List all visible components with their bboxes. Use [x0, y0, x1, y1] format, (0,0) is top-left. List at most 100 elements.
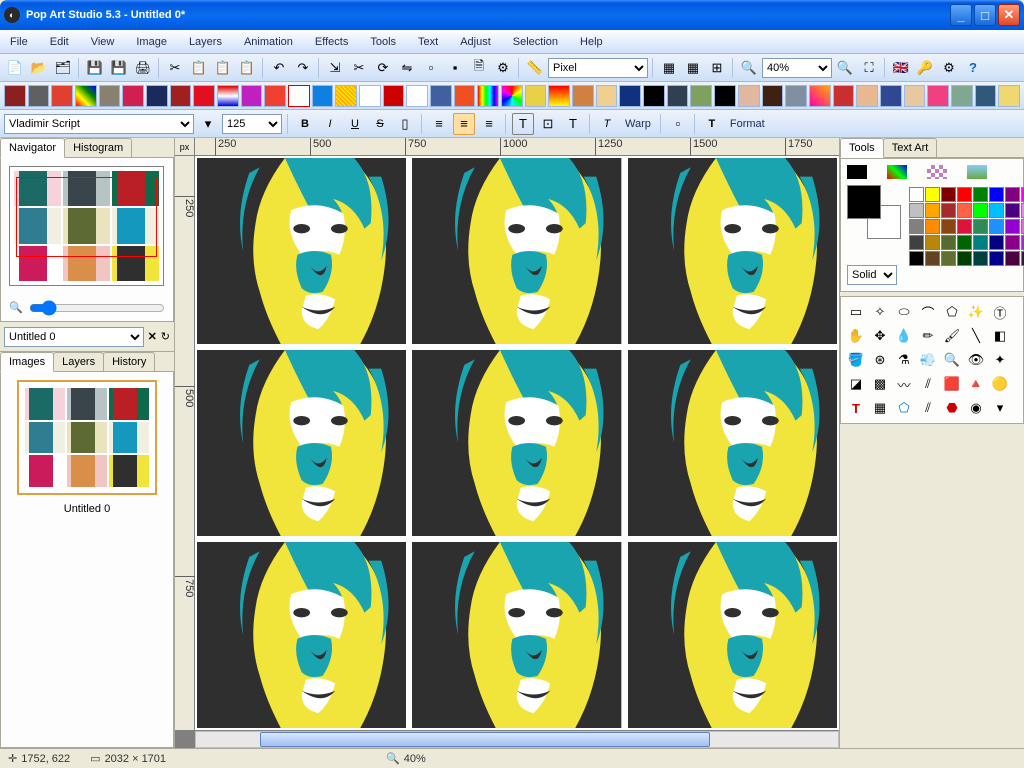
effect-btn[interactable] [975, 85, 997, 107]
navigator-thumb[interactable] [9, 166, 164, 286]
help-button[interactable]: ? [962, 57, 984, 79]
zoom-button[interactable]: 🔍 [738, 57, 760, 79]
color-swatch[interactable] [973, 235, 988, 250]
layers-button[interactable]: 🗎 [468, 57, 490, 79]
smudge-tool[interactable]: 〰 [893, 373, 915, 395]
effect-btn[interactable] [146, 85, 168, 107]
horizontal-scrollbar[interactable] [195, 731, 839, 748]
grid-button[interactable]: ▦ [658, 57, 680, 79]
outline-button[interactable]: ▯ [394, 113, 416, 135]
menu-selection[interactable]: Selection [513, 36, 558, 48]
cone-tool[interactable]: 🔺 [965, 373, 987, 395]
effect-btn[interactable] [738, 85, 760, 107]
effect-btn[interactable] [525, 85, 547, 107]
color-swatch[interactable] [909, 235, 924, 250]
stamp-tool[interactable]: ⊛ [869, 349, 891, 371]
layer-up-button[interactable]: ▪ [444, 57, 466, 79]
tab-images[interactable]: Images [0, 352, 54, 372]
menu-view[interactable]: View [91, 36, 115, 48]
bucket-tool[interactable]: 🪣 [845, 349, 867, 371]
effect-btn[interactable] [359, 85, 381, 107]
close-button[interactable]: ✕ [998, 4, 1020, 26]
brush-tool[interactable]: 🖌 [941, 325, 963, 347]
eye-tool[interactable]: 👁 [965, 349, 987, 371]
color-swatch[interactable] [925, 235, 940, 250]
effect-btn[interactable] [4, 85, 26, 107]
effect-btn[interactable] [690, 85, 712, 107]
flask-tool[interactable]: ⚗ [893, 349, 915, 371]
tab-textart[interactable]: Text Art [883, 138, 938, 157]
hex-tool[interactable]: ⬣ [941, 397, 963, 419]
effect-btn[interactable] [667, 85, 689, 107]
effect-btn[interactable] [99, 85, 121, 107]
warp-label[interactable]: Warp [625, 118, 651, 130]
unit-select[interactable]: Pixel [548, 58, 648, 78]
rotate-button[interactable]: ⟳ [372, 57, 394, 79]
effect-btn[interactable] [383, 85, 405, 107]
gradient-tool[interactable]: ◪ [845, 373, 867, 395]
effect-btn[interactable] [288, 85, 310, 107]
effect-btn[interactable] [264, 85, 286, 107]
color-swatch[interactable] [989, 235, 1004, 250]
sample-gradient-icon[interactable] [887, 165, 907, 179]
snap-button[interactable]: ⊞ [706, 57, 728, 79]
effect-btn[interactable] [193, 85, 215, 107]
color-swatch[interactable] [1005, 235, 1020, 250]
format-label[interactable]: Format [730, 118, 765, 130]
tab-layers[interactable]: Layers [53, 352, 104, 371]
color-swatch[interactable] [925, 203, 940, 218]
resize-button[interactable]: ⇲ [324, 57, 346, 79]
effect-btn[interactable] [762, 85, 784, 107]
eyedropper-tool[interactable]: 💧 [893, 325, 915, 347]
color-swatch[interactable] [989, 251, 1004, 266]
swap-colors-icon[interactable]: ⮖ [847, 243, 901, 257]
color-swatch[interactable] [989, 203, 1004, 218]
effect-btn[interactable] [809, 85, 831, 107]
effect-btn[interactable] [880, 85, 902, 107]
print-button[interactable]: 🖨 [132, 57, 154, 79]
effect-btn[interactable] [335, 85, 357, 107]
line-tool[interactable]: ╲ [965, 325, 987, 347]
key-button[interactable]: 🔑 [914, 57, 936, 79]
color-swatch[interactable] [1005, 219, 1020, 234]
effect-btn[interactable] [170, 85, 192, 107]
navigator-viewport[interactable] [16, 177, 157, 257]
colorwheel-tool[interactable]: ◉ [965, 397, 987, 419]
color-swatch[interactable] [941, 203, 956, 218]
text-tool-button[interactable]: T [512, 113, 534, 135]
ruler-button[interactable]: 📏 [524, 57, 546, 79]
color-swatch[interactable] [973, 251, 988, 266]
color-swatch[interactable] [973, 203, 988, 218]
effect-btn[interactable] [51, 85, 73, 107]
color-swatch[interactable] [989, 187, 1004, 202]
prefs-button[interactable]: ⚙ [938, 57, 960, 79]
text-window-button[interactable]: ⊡ [537, 113, 559, 135]
eraser-tool[interactable]: ◧ [989, 325, 1011, 347]
maximize-button[interactable]: □ [974, 4, 996, 26]
effect-btn[interactable] [619, 85, 641, 107]
italic-button[interactable]: I [319, 113, 341, 135]
color-swatch[interactable] [941, 187, 956, 202]
align-left-button[interactable]: ≡ [428, 113, 450, 135]
color-swatch[interactable] [973, 187, 988, 202]
hatch-tool[interactable]: ⫽ [917, 397, 939, 419]
marquee-rect-tool[interactable]: ▭ [845, 301, 867, 323]
effect-btn[interactable] [714, 85, 736, 107]
effect-btn[interactable] [856, 85, 878, 107]
zoom-slider[interactable] [29, 300, 165, 316]
close-doc-button[interactable]: ✕ [148, 330, 157, 343]
font-select[interactable]: Vladimir Script [4, 114, 194, 134]
open-button[interactable]: 📂 [28, 57, 50, 79]
effect-btn[interactable] [596, 85, 618, 107]
font-dropdown-icon[interactable]: ▾ [197, 113, 219, 135]
color-swatch[interactable] [941, 251, 956, 266]
image-thumbnail[interactable] [17, 380, 157, 495]
menu-tools[interactable]: Tools [370, 36, 396, 48]
effect-btn[interactable] [904, 85, 926, 107]
layer-down-button[interactable]: ▫ [420, 57, 442, 79]
hand-tool[interactable]: ✋ [845, 325, 867, 347]
browse-button[interactable]: 🗂 [52, 57, 74, 79]
grid2-button[interactable]: ▦ [682, 57, 704, 79]
color-swatch[interactable] [909, 219, 924, 234]
fill-mode-select[interactable]: Solid [847, 265, 897, 285]
